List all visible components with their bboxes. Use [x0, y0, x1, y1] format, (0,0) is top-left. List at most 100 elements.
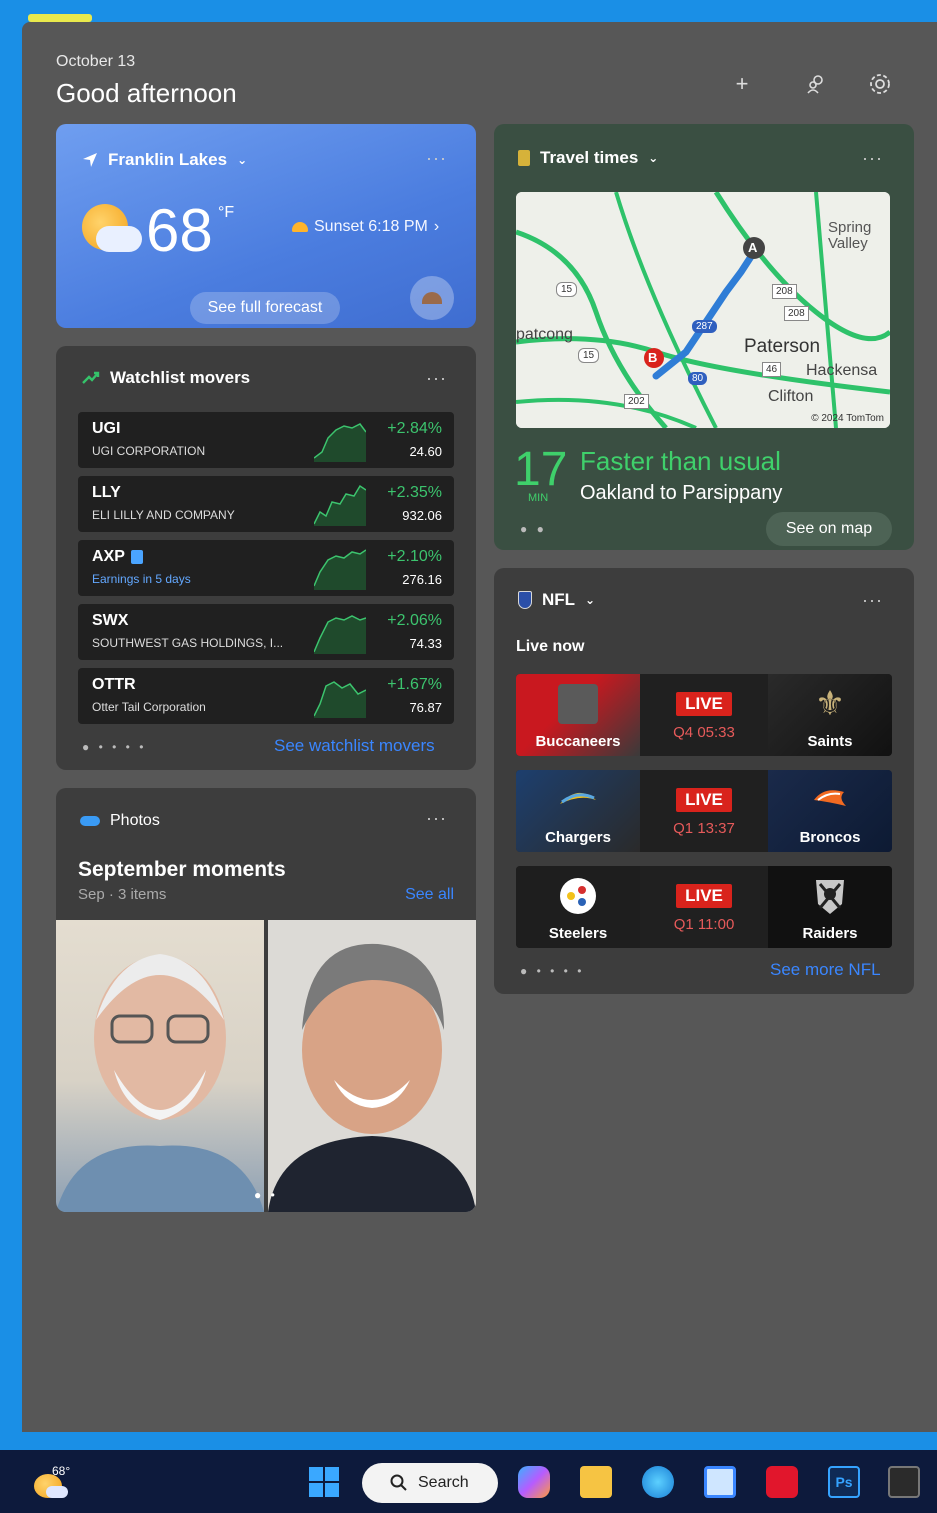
- stock-row[interactable]: OTTR Otter Tail Corporation +1.67% 76.87: [78, 668, 454, 724]
- route-map[interactable]: A B Spring Valley Paterson Hackensa Clif…: [516, 192, 890, 428]
- weather-location: Franklin Lakes: [108, 150, 228, 169]
- settings-button[interactable]: [864, 68, 896, 100]
- weather-location-selector[interactable]: Franklin Lakes ⌄: [82, 150, 247, 170]
- gear-icon: [870, 74, 890, 94]
- stock-sparkline: [314, 615, 366, 654]
- see-full-forecast-button[interactable]: See full forecast: [190, 292, 340, 324]
- map-shield-287: 287: [692, 320, 717, 333]
- edge-browser-icon[interactable]: [642, 1466, 674, 1498]
- game-clock: Q1 13:37: [673, 820, 735, 837]
- start-button[interactable]: [308, 1466, 340, 1498]
- travel-minutes: 17: [514, 443, 568, 496]
- stock-name: Otter Tail Corporation: [92, 700, 206, 714]
- weather-card[interactable]: Franklin Lakes ⌄ ··· 68 °F Sunset 6:18 P…: [56, 124, 476, 328]
- notepad-icon[interactable]: [704, 1466, 736, 1498]
- see-watchlist-movers-link[interactable]: See watchlist movers: [274, 736, 435, 756]
- see-all-link[interactable]: See all: [405, 886, 454, 904]
- terminal-icon[interactable]: [888, 1466, 920, 1498]
- stock-row[interactable]: SWX SOUTHWEST GAS HOLDINGS, I... +2.06% …: [78, 604, 454, 660]
- widgets-board: October 13 Good afternoon + Franklin Lak…: [22, 22, 937, 1432]
- photo-thumbnail[interactable]: [268, 920, 476, 1212]
- game-row[interactable]: Chargers LIVE Q1 13:37 Broncos: [516, 770, 892, 852]
- game-row[interactable]: Buccaneers LIVE Q4 05:33 ⚜ Saints: [516, 674, 892, 756]
- raiders-logo-icon: [816, 880, 844, 914]
- stock-price: 276.16: [402, 572, 442, 587]
- stock-change: +2.10%: [387, 548, 442, 565]
- away-team-name: Broncos: [799, 829, 861, 846]
- home-team-name: Steelers: [548, 925, 608, 942]
- travel-more-button[interactable]: ···: [862, 148, 883, 169]
- window-accent-tab: [28, 14, 92, 22]
- nfl-shield-icon: [518, 591, 532, 609]
- stock-change: +1.67%: [387, 676, 442, 693]
- photos-more-button[interactable]: ···: [426, 808, 447, 829]
- watchlist-card[interactable]: Watchlist movers ··· UGI UGI CORPORATION…: [56, 346, 476, 770]
- nfl-title-selector[interactable]: NFL ⌄: [518, 590, 595, 610]
- travel-route: Oakland to Parsippany: [580, 482, 783, 504]
- stock-name: SOUTHWEST GAS HOLDINGS, I...: [92, 636, 284, 650]
- photo-thumbnail[interactable]: [56, 920, 264, 1212]
- weather-avatar-button[interactable]: [410, 276, 454, 320]
- photoshop-icon[interactable]: Ps: [828, 1466, 860, 1498]
- file-explorer-icon[interactable]: [580, 1466, 612, 1498]
- travel-pager[interactable]: ● ●: [520, 522, 547, 536]
- people-icon: [807, 75, 823, 94]
- stock-name: UGI CORPORATION: [92, 444, 206, 458]
- weather-more-button[interactable]: ···: [426, 148, 447, 169]
- taskbar-search-box[interactable]: Search: [362, 1463, 498, 1503]
- home-team: Chargers: [516, 770, 640, 852]
- stock-symbol: SWX: [92, 612, 129, 629]
- stock-name: ELI LILLY AND COMPANY: [92, 508, 235, 522]
- sunset-text: Sunset 6:18 PM: [314, 218, 428, 235]
- watchlist-more-button[interactable]: ···: [426, 368, 447, 389]
- onedrive-cloud-icon: [80, 816, 100, 826]
- stock-price: 74.33: [409, 636, 442, 651]
- nfl-more-button[interactable]: ···: [862, 590, 883, 611]
- watchlist-pager[interactable]: ● • • • •: [82, 740, 146, 754]
- away-team: ⚜ Saints: [768, 674, 892, 756]
- game-row[interactable]: Steelers LIVE Q1 11:00 Raiders: [516, 866, 892, 948]
- photos-card[interactable]: Photos ··· September moments Sep · 3 ite…: [56, 788, 476, 1212]
- map-label-hackensack: Hackensa: [806, 362, 878, 379]
- trend-up-icon: [82, 371, 100, 384]
- copilot-icon[interactable]: [518, 1466, 550, 1498]
- chevron-right-icon: ›: [433, 218, 440, 235]
- portrait-image: [56, 954, 264, 1212]
- search-label: Search: [418, 1474, 469, 1491]
- profile-button[interactable]: [800, 68, 832, 100]
- chargers-logo-icon: [560, 792, 596, 804]
- stock-change: +2.84%: [387, 420, 442, 437]
- nfl-pager[interactable]: ● • • • •: [520, 964, 584, 978]
- album-meta: Sep · 3 items: [78, 886, 167, 903]
- away-team-name: Saints: [807, 733, 853, 750]
- map-shield-15a: 15: [556, 282, 578, 297]
- search-icon: [390, 1474, 407, 1491]
- stock-symbol: LLY: [92, 484, 121, 501]
- stock-row[interactable]: AXP Earnings in 5 days +2.10% 276.16: [78, 540, 454, 596]
- sunset-link[interactable]: Sunset 6:18 PM ›: [292, 218, 439, 236]
- stock-symbol: AXP: [92, 548, 125, 565]
- see-on-map-button[interactable]: See on map: [766, 512, 892, 546]
- stock-row[interactable]: UGI UGI CORPORATION +2.84% 24.60: [78, 412, 454, 468]
- chevron-down-icon: ⌄: [648, 151, 659, 165]
- see-more-nfl-link[interactable]: See more NFL: [770, 960, 881, 980]
- travel-times-card[interactable]: Travel times ⌄ ··· A B Spring Valley Pat…: [494, 124, 914, 550]
- stock-change: +2.35%: [387, 484, 442, 501]
- buccaneers-logo-icon: [558, 684, 598, 724]
- watchlist-title: Watchlist movers: [110, 368, 251, 387]
- nfl-card[interactable]: NFL ⌄ ··· Live now Buccaneers LIVE Q4 05…: [494, 568, 914, 994]
- home-team: Buccaneers: [516, 674, 640, 756]
- stock-earnings-note: Earnings in 5 days: [92, 572, 191, 586]
- photos-pager[interactable]: ● •: [254, 1188, 278, 1202]
- travel-title-selector[interactable]: Travel times ⌄: [518, 148, 658, 168]
- map-copyright: © 2024 TomTom: [811, 413, 884, 424]
- stock-row[interactable]: LLY ELI LILLY AND COMPANY +2.35% 932.06: [78, 476, 454, 532]
- map-label-spring-valley: Spring Valley: [828, 219, 872, 252]
- red-app-icon[interactable]: [766, 1466, 798, 1498]
- stock-symbol-group: AXP: [92, 548, 143, 566]
- home-team-name: Chargers: [545, 829, 611, 846]
- add-widget-button[interactable]: +: [726, 68, 758, 100]
- traffic-light-icon: [518, 150, 530, 166]
- away-team-name: Raiders: [802, 925, 858, 942]
- earnings-report-icon: [130, 550, 143, 564]
